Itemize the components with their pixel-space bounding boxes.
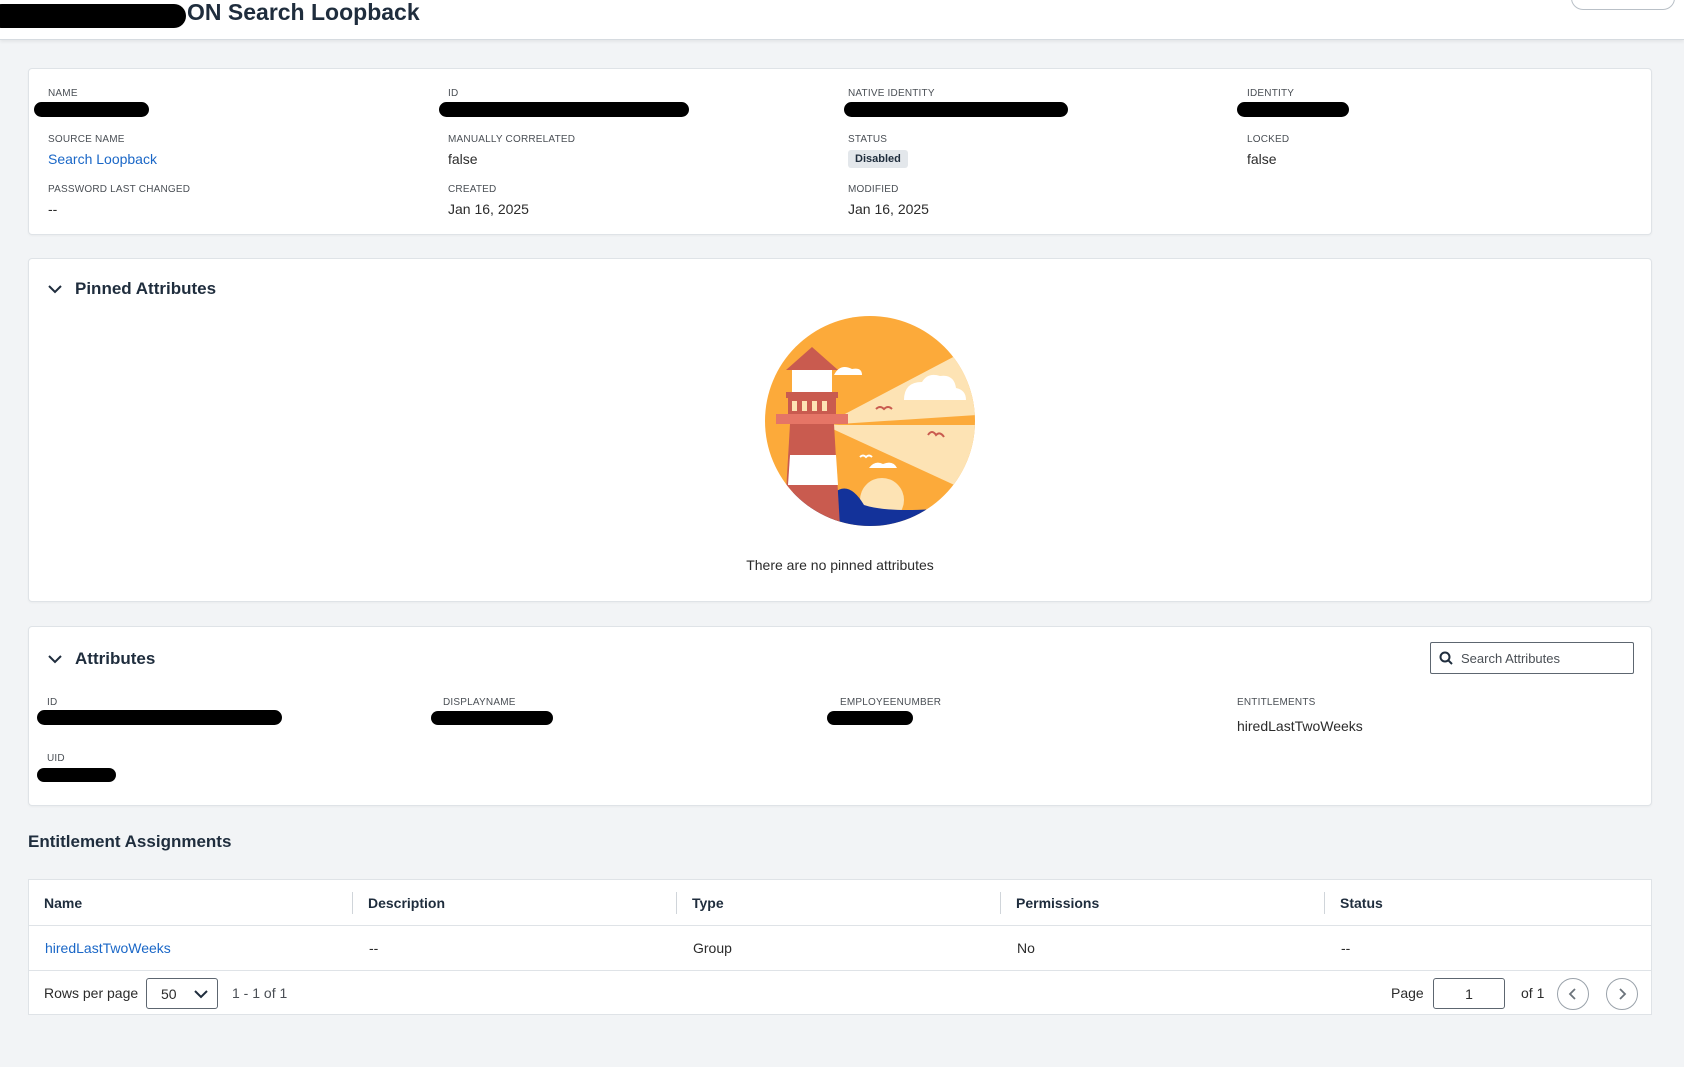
rows-per-page-select[interactable]: 50 [146,978,218,1009]
modified-label: MODIFIED [848,184,899,195]
password-last-changed-value: -- [48,201,58,217]
locked-value: false [1247,151,1277,167]
attribute-label: employeeNumber [840,697,942,708]
created-field: CREATED Jan 16, 2025 [448,184,529,217]
chevron-right-icon [1619,988,1627,1000]
entitlements-table: Name Description Type Permissions Status… [28,879,1652,1015]
redacted-attribute-value [827,711,913,725]
redacted-id [439,102,689,117]
chevron-down-icon [48,655,62,664]
source-name-label: SOURCE NAME [48,134,125,145]
rows-per-page-label: Rows per page [44,985,139,1001]
account-details-card: NAME ID NATIVE IDENTITY IDENTITY SOURCE … [28,68,1652,235]
identity-field: IDENTITY [1247,88,1294,100]
pinned-attributes-toggle[interactable]: Pinned Attributes [45,277,216,301]
attribute-label: id [47,697,58,708]
modified-value: Jan 16, 2025 [848,201,929,217]
page-of-text: of 1 [1521,985,1545,1001]
pinned-attributes-title: Pinned Attributes [75,279,217,298]
status-field: STATUS Disabled [848,134,908,168]
redacted-attribute-value [431,711,553,725]
search-attributes-input[interactable] [1461,650,1631,666]
chevron-left-icon [1568,988,1576,1000]
password-last-changed-field: PASSWORD LAST CHANGED -- [48,184,190,217]
identity-label: IDENTITY [1247,88,1295,99]
name-field: NAME [48,88,78,100]
attribute-value: hiredLastTwoWeeks [1237,718,1363,734]
search-icon [1439,651,1453,665]
source-name-link[interactable]: Search Loopback [48,151,157,167]
entitlement-status: -- [1341,940,1351,956]
redacted-attribute-value [37,710,282,725]
pinned-attributes-card: Pinned Attributes There are no pinned at… [28,258,1652,602]
attribute-item: displayName [443,697,516,709]
range-text: 1 - 1 of 1 [232,985,288,1001]
redacted-name [34,102,149,117]
source-name-field: SOURCE NAME Search Loopback [48,134,157,167]
native-identity-label: NATIVE IDENTITY [848,88,935,99]
attribute-label: uid [47,753,65,764]
created-label: CREATED [448,184,497,195]
header-action-button[interactable] [1571,0,1675,10]
attributes-title: Attributes [75,649,156,668]
status-badge: Disabled [848,150,908,168]
redacted-title-prefix [0,4,186,28]
attribute-item: uid [47,753,65,765]
native-identity-field: NATIVE IDENTITY [848,88,935,100]
next-page-button[interactable] [1606,978,1638,1010]
entitlement-type: Group [693,940,732,956]
manually-correlated-field: MANUALLY CORRELATED false [448,134,575,167]
column-header-description[interactable]: Description [353,880,445,925]
modified-field: MODIFIED Jan 16, 2025 [848,184,929,217]
attributes-card: Attributes id displayName employeeNumber… [28,626,1652,806]
id-label: ID [448,88,459,99]
manually-correlated-value: false [448,151,478,167]
rows-per-page-value: 50 [161,985,177,1002]
chevron-down-icon [194,990,208,999]
table-pagination: Rows per page 50 1 - 1 of 1 Page of 1 [29,971,1651,1015]
locked-field: LOCKED false [1247,134,1289,167]
entitlement-permissions: No [1017,940,1035,956]
attribute-item: employeeNumber [840,697,941,709]
attributes-search[interactable] [1430,642,1634,674]
created-value: Jan 16, 2025 [448,201,529,217]
manually-correlated-label: MANUALLY CORRELATED [448,134,576,145]
top-bar: ON Search Loopback [0,0,1684,40]
entitlement-name-link[interactable]: hiredLastTwoWeeks [29,926,171,970]
attribute-label: displayName [443,697,516,708]
redacted-attribute-value [37,768,116,782]
pinned-empty-text: There are no pinned attributes [746,557,934,573]
page-number-input[interactable] [1433,978,1505,1009]
header-divider [29,925,1651,926]
id-field: ID [448,88,458,100]
redacted-identity [1237,102,1349,117]
chevron-down-icon [48,285,62,294]
lighthouse-illustration-icon [765,316,975,526]
attribute-item: entitlements hiredLastTwoWeeks [1237,697,1363,734]
column-header-status[interactable]: Status [1325,880,1383,925]
entitlement-description: -- [369,940,379,956]
previous-page-button[interactable] [1557,978,1589,1010]
attributes-toggle[interactable]: Attributes [45,647,155,671]
entitlement-assignments-title: Entitlement Assignments [28,832,232,851]
name-label: NAME [48,88,78,99]
locked-label: LOCKED [1247,134,1290,145]
page-label: Page [1391,985,1424,1001]
attribute-label: entitlements [1237,697,1316,708]
column-header-type[interactable]: Type [677,880,724,925]
redacted-native-identity [844,102,1068,117]
column-header-permissions[interactable]: Permissions [1001,880,1099,925]
page-title: ON Search Loopback [187,0,420,25]
attribute-item: id [47,697,57,709]
status-label: STATUS [848,134,888,145]
password-last-changed-label: PASSWORD LAST CHANGED [48,184,191,195]
column-header-name[interactable]: Name [29,880,82,925]
